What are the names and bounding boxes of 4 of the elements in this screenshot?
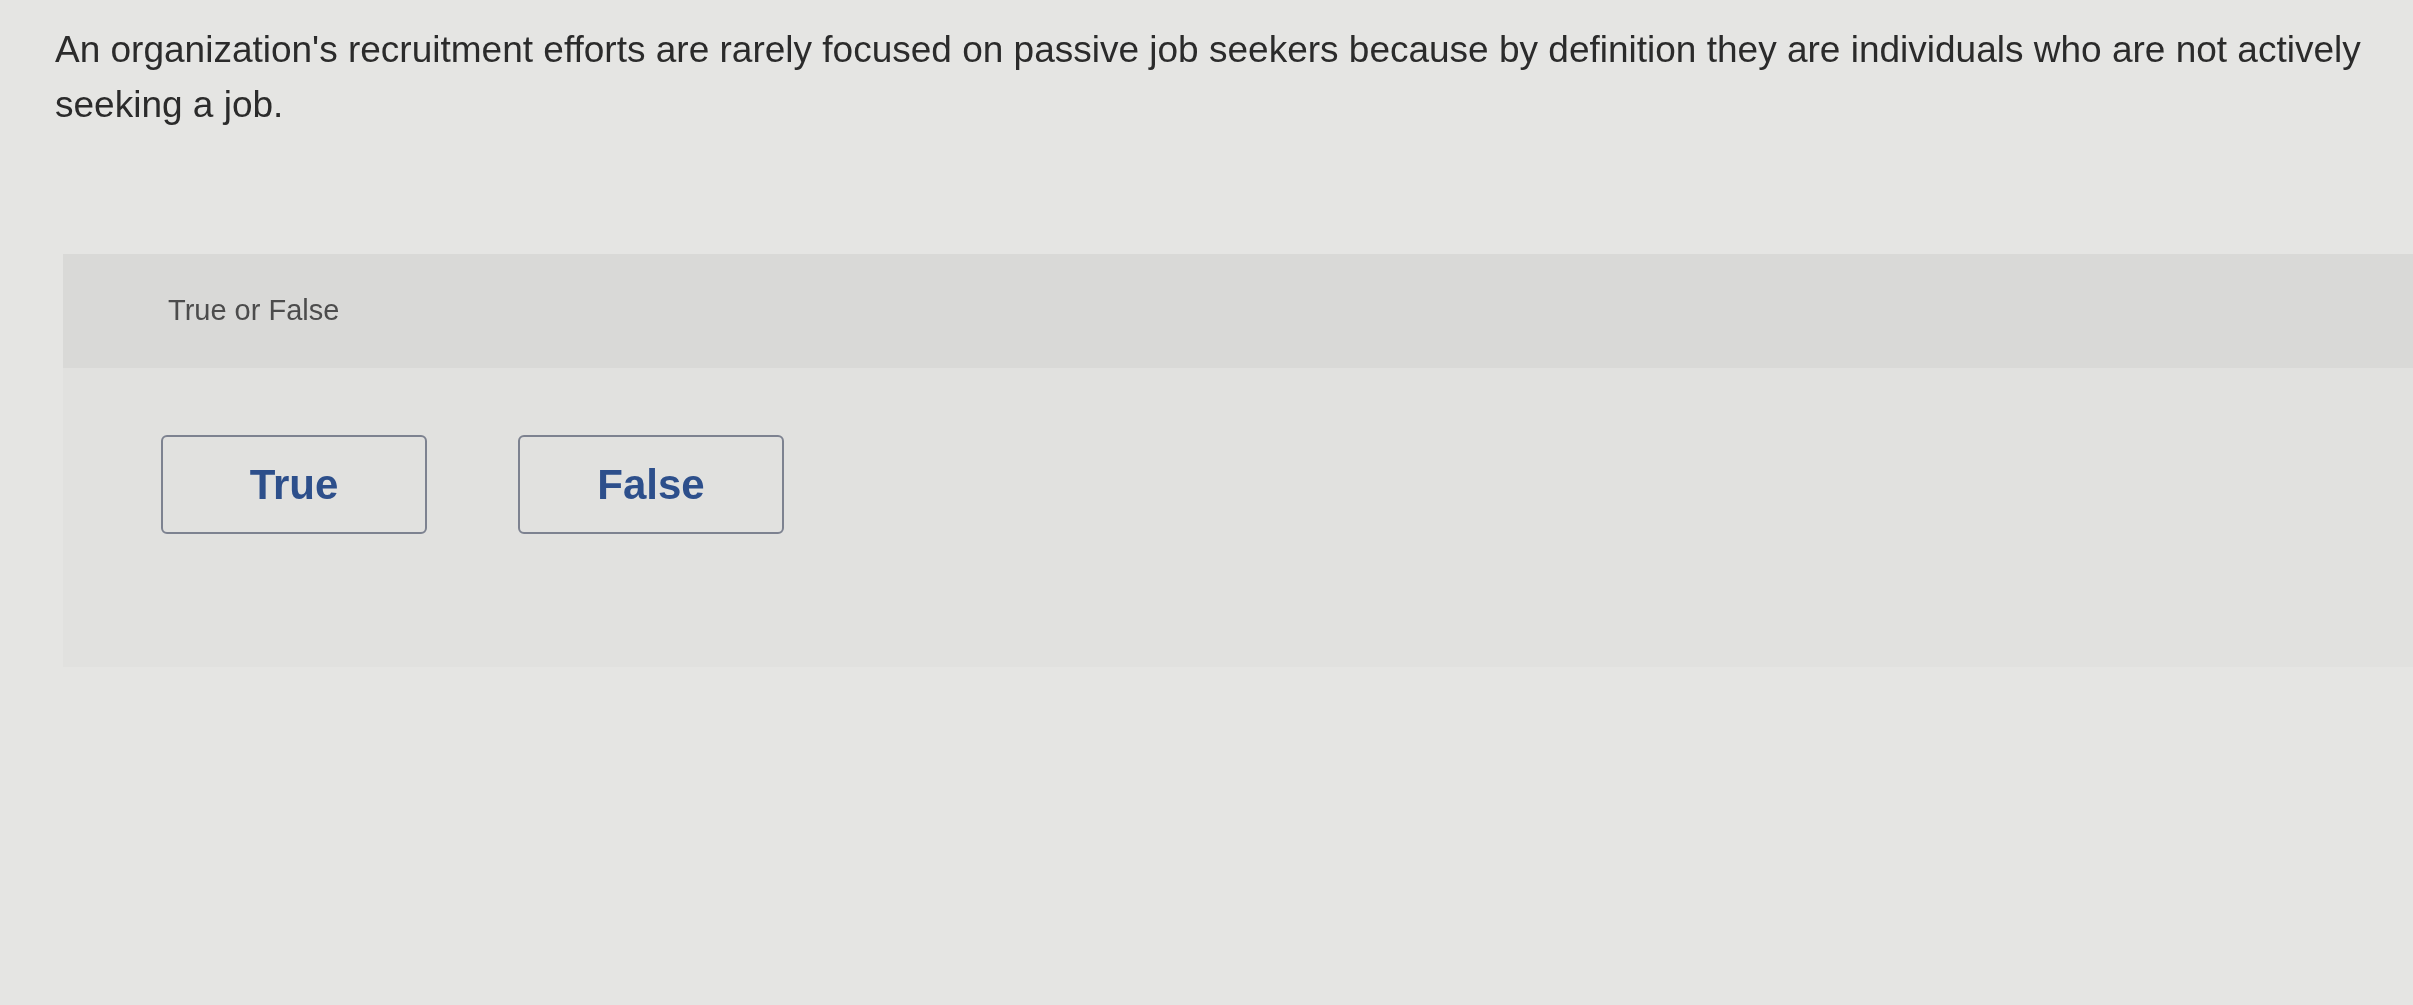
prompt-text: True or False [168, 293, 340, 329]
question-text: An organization's recruitment efforts are rarely focused on passive job seekers because by definition they are individuals who are not actively seeking a job. [55, 28, 2362, 127]
answer-option-button[interactable]: True [161, 435, 427, 534]
answer-option-button[interactable]: False [518, 435, 784, 534]
